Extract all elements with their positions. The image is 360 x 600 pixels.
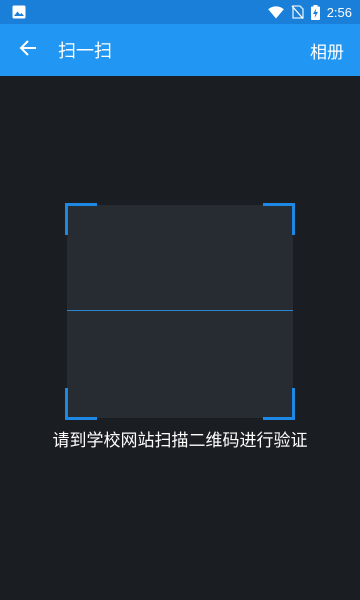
scan-screen: 2:56 扫一扫 相册 请到学校网站扫描二维码进行验证 [0, 0, 360, 600]
status-left [12, 5, 26, 19]
status-bar: 2:56 [0, 0, 360, 24]
battery-charging-icon [310, 4, 320, 20]
scan-corner-bottom-left [65, 388, 97, 420]
status-time: 2:56 [326, 4, 352, 20]
page-title: 扫一扫 [58, 41, 112, 62]
wifi-icon [267, 5, 284, 19]
image-icon [12, 5, 26, 19]
scan-frame [65, 203, 295, 420]
scan-corner-bottom-right [263, 388, 295, 420]
back-button[interactable] [0, 24, 56, 76]
arrow-left-icon [18, 38, 38, 62]
scan-hint: 请到学校网站扫描二维码进行验证 [52, 431, 308, 451]
scan-corner-top-right [263, 203, 295, 235]
no-sim-icon [291, 5, 304, 19]
album-button[interactable]: 相册 [294, 38, 360, 63]
status-right: 2:56 [267, 4, 352, 20]
scan-corner-top-left [65, 203, 97, 235]
app-bar: 扫一扫 相册 [0, 24, 360, 76]
scan-line [67, 310, 293, 311]
